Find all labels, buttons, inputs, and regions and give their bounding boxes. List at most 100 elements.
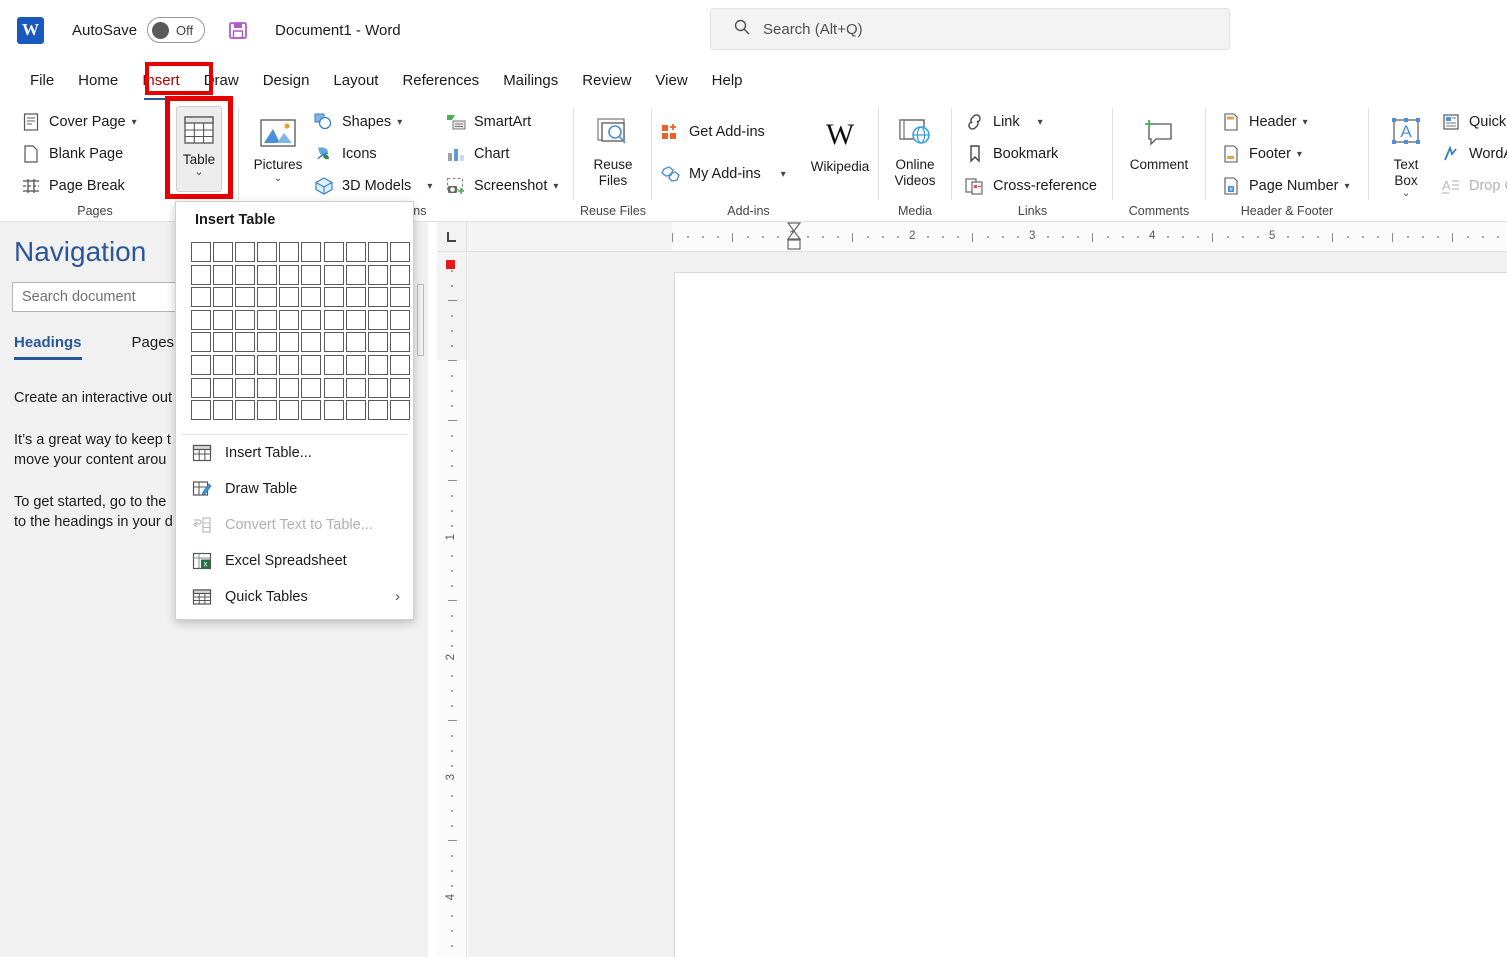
table-grid-cell[interactable] xyxy=(368,310,388,330)
table-grid-cell[interactable] xyxy=(346,242,366,262)
menu-item-excel-spreadsheet[interactable]: x Excel Spreadsheet xyxy=(176,543,413,579)
ribbon-item-page-break[interactable]: Page Break xyxy=(20,170,170,202)
table-grid-cell[interactable] xyxy=(346,287,366,307)
ribbon-item-footer[interactable]: Footer ▾ xyxy=(1220,138,1354,170)
table-grid-cell[interactable] xyxy=(346,378,366,398)
table-grid-cell[interactable] xyxy=(301,265,321,285)
ribbon-item-shapes[interactable]: Shapes ▾ xyxy=(313,106,436,138)
save-icon[interactable] xyxy=(227,19,249,41)
table-grid-cell[interactable] xyxy=(191,265,211,285)
table-grid-cell[interactable] xyxy=(368,265,388,285)
table-grid-cell[interactable] xyxy=(213,332,233,352)
table-grid-cell[interactable] xyxy=(257,332,277,352)
table-grid-cell[interactable] xyxy=(235,400,255,420)
tab-design[interactable]: Design xyxy=(251,68,322,93)
table-grid-cell[interactable] xyxy=(279,378,299,398)
table-grid-cell[interactable] xyxy=(235,355,255,375)
ribbon-item-cross-reference[interactable]: Cross-reference xyxy=(964,170,1101,202)
table-grid-cell[interactable] xyxy=(324,310,344,330)
table-grid-cell[interactable] xyxy=(257,310,277,330)
table-grid-cell[interactable] xyxy=(213,242,233,262)
table-grid-cell[interactable] xyxy=(390,265,410,285)
table-grid-cell[interactable] xyxy=(279,400,299,420)
table-grid-cell[interactable] xyxy=(301,287,321,307)
table-grid-cell[interactable] xyxy=(368,378,388,398)
autosave-toggle[interactable]: Off xyxy=(147,17,205,43)
menu-item-draw-table[interactable]: Draw Table xyxy=(176,471,413,507)
ribbon-item-bookmark[interactable]: Bookmark xyxy=(964,138,1101,170)
table-grid-cell[interactable] xyxy=(301,355,321,375)
table-grid-cell[interactable] xyxy=(390,355,410,375)
ribbon-item-comment[interactable]: Comment xyxy=(1116,104,1202,173)
insert-table-dropdown[interactable]: Insert Table Insert Table... Draw Table … xyxy=(175,201,414,620)
document-canvas[interactable] xyxy=(468,252,1507,957)
ribbon-item-cover-page[interactable]: Cover Page ▾ xyxy=(20,106,170,138)
table-grid-cell[interactable] xyxy=(324,355,344,375)
tab-review[interactable]: Review xyxy=(570,68,643,93)
ribbon-item-smartart[interactable]: SmartArt xyxy=(445,106,562,138)
menu-item-insert-table[interactable]: Insert Table... xyxy=(176,435,413,471)
table-grid-cell[interactable] xyxy=(346,265,366,285)
ribbon-item-screenshot[interactable]: Screenshot ▾ xyxy=(445,170,562,202)
table-grid-cell[interactable] xyxy=(235,287,255,307)
table-grid-cell[interactable] xyxy=(324,287,344,307)
table-grid-cell[interactable] xyxy=(235,332,255,352)
ribbon-item-icons[interactable]: Icons xyxy=(313,138,436,170)
indent-markers[interactable] xyxy=(785,222,803,252)
table-grid-cell[interactable] xyxy=(257,378,277,398)
tab-file[interactable]: File xyxy=(18,68,66,93)
tab-insert[interactable]: Insert xyxy=(130,68,192,93)
table-grid-cell[interactable] xyxy=(213,400,233,420)
tab-mailings[interactable]: Mailings xyxy=(491,68,570,93)
table-size-grid[interactable] xyxy=(191,242,413,423)
table-grid-cell[interactable] xyxy=(191,355,211,375)
nav-tab-pages[interactable]: Pages xyxy=(132,334,175,360)
table-grid-cell[interactable] xyxy=(390,242,410,262)
ribbon-item-online-videos[interactable]: Online Videos xyxy=(882,104,948,188)
ribbon-item-link[interactable]: Link ▾ xyxy=(964,106,1101,138)
table-grid-cell[interactable] xyxy=(191,378,211,398)
table-grid-cell[interactable] xyxy=(191,310,211,330)
vertical-ruler[interactable]: 1234 xyxy=(437,252,467,957)
table-grid-cell[interactable] xyxy=(301,332,321,352)
table-grid-cell[interactable] xyxy=(191,400,211,420)
table-grid-cell[interactable] xyxy=(279,355,299,375)
tab-layout[interactable]: Layout xyxy=(321,68,390,93)
ribbon-item-page-number[interactable]: # Page Number ▾ xyxy=(1220,170,1354,202)
table-grid-cell[interactable] xyxy=(279,242,299,262)
ribbon-item-reuse-files[interactable]: Reuse Files xyxy=(580,104,646,188)
navigation-scrollbar[interactable] xyxy=(414,222,427,957)
table-grid-cell[interactable] xyxy=(257,400,277,420)
ribbon-item-get-add-ins[interactable]: Get Add-ins xyxy=(660,116,790,148)
table-grid-cell[interactable] xyxy=(279,265,299,285)
table-grid-cell[interactable] xyxy=(368,287,388,307)
table-grid-cell[interactable] xyxy=(390,310,410,330)
table-grid-cell[interactable] xyxy=(213,355,233,375)
table-grid-cell[interactable] xyxy=(390,332,410,352)
table-grid-cell[interactable] xyxy=(346,355,366,375)
nav-tab-headings[interactable]: Headings xyxy=(14,334,82,360)
table-grid-cell[interactable] xyxy=(257,287,277,307)
ribbon-item-header[interactable]: Header ▾ xyxy=(1220,106,1354,138)
table-grid-cell[interactable] xyxy=(368,400,388,420)
ribbon-item-wikipedia[interactable]: W Wikipedia xyxy=(804,106,876,175)
horizontal-ruler[interactable]: 12345 xyxy=(467,222,1507,252)
table-grid-cell[interactable] xyxy=(191,242,211,262)
ribbon-item-3d-models[interactable]: 3D Models ▾ xyxy=(313,170,436,202)
table-grid-cell[interactable] xyxy=(235,242,255,262)
scrollbar-thumb[interactable] xyxy=(417,284,424,356)
table-grid-cell[interactable] xyxy=(324,378,344,398)
ribbon-item-text-box[interactable]: A Text Box ⌄ xyxy=(1374,104,1438,200)
table-grid-cell[interactable] xyxy=(346,400,366,420)
tab-view[interactable]: View xyxy=(643,68,699,93)
table-grid-cell[interactable] xyxy=(235,310,255,330)
document-page[interactable] xyxy=(674,272,1507,957)
table-grid-cell[interactable] xyxy=(301,242,321,262)
ribbon-item-pictures[interactable]: Pictures ⌄ xyxy=(245,104,311,184)
tab-stop-selector[interactable] xyxy=(437,222,467,252)
table-grid-cell[interactable] xyxy=(346,332,366,352)
table-grid-cell[interactable] xyxy=(279,287,299,307)
table-grid-cell[interactable] xyxy=(235,265,255,285)
tab-draw[interactable]: Draw xyxy=(192,68,251,93)
table-grid-cell[interactable] xyxy=(257,242,277,262)
